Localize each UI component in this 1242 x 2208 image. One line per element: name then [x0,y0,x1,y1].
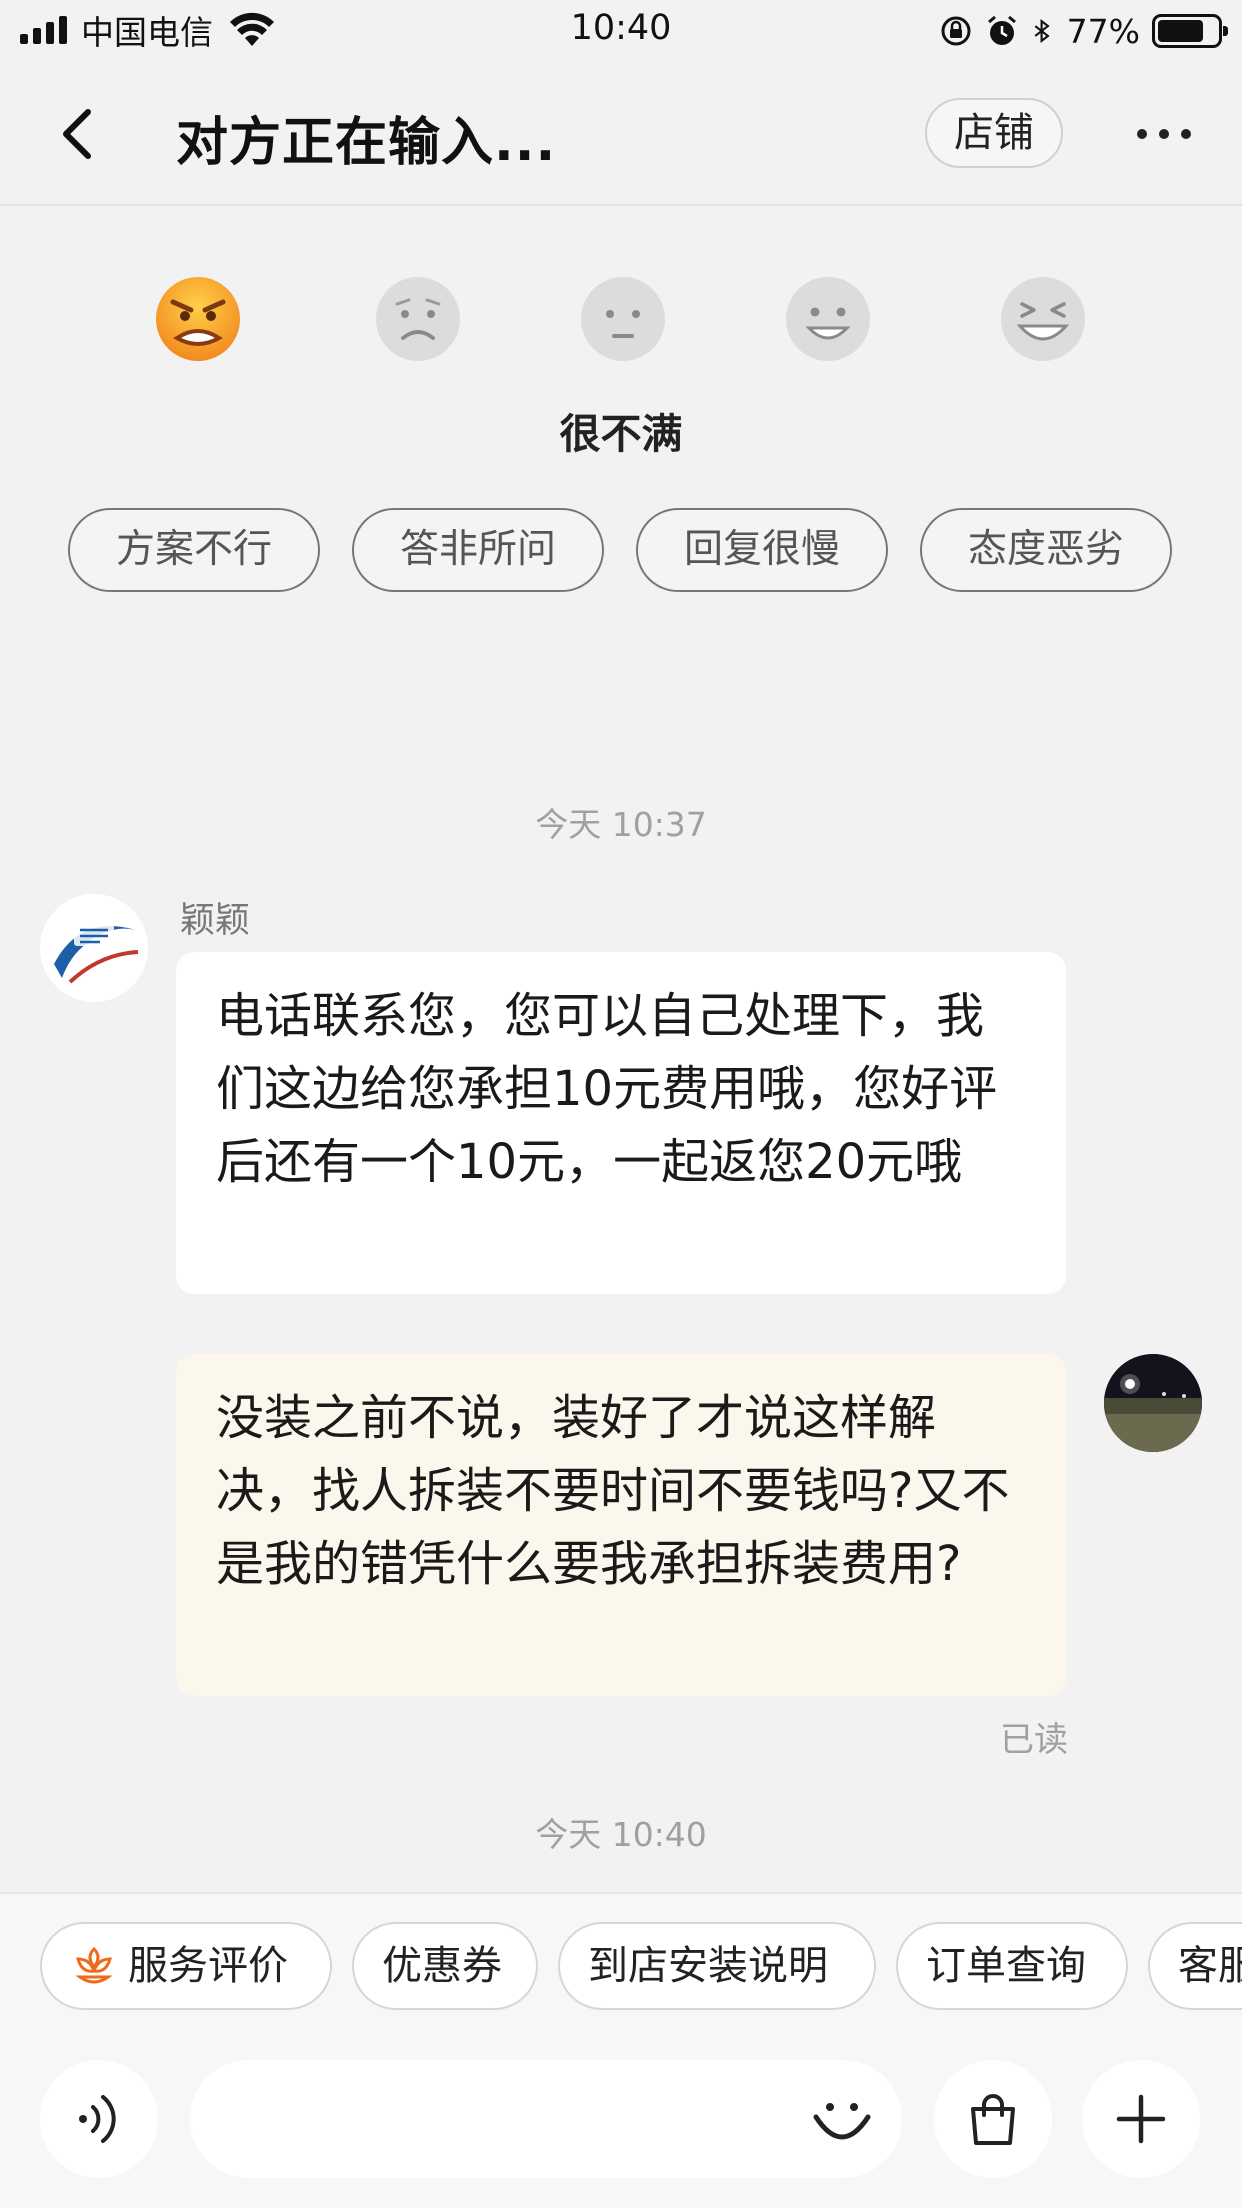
orientation-lock-icon [941,16,971,46]
service-rating-button[interactable]: 服务评价 [40,1922,332,2010]
smile-face-icon[interactable] [785,276,871,362]
flower-icon [75,1946,113,1984]
bluetooth-icon [1034,18,1050,44]
shopping-bag-icon [971,2094,1015,2145]
page-title: 对方正在输入... [176,113,557,173]
status-bar: 中国电信 10:40 77% [0,0,1242,62]
sad-face-icon[interactable] [375,276,461,362]
neutral-face-icon[interactable] [580,276,666,362]
chat-timestamp: 今天 10:37 [535,805,707,844]
voice-button[interactable] [40,2060,158,2178]
quick-action-label: 到店安装说明 [588,1943,828,1989]
agent-avatar[interactable] [40,894,148,1002]
very-angry-face-icon[interactable] [155,276,241,362]
input-bar [0,2034,1242,2208]
shop-logo-icon [40,894,148,1002]
agent-message-bubble[interactable]: 电话联系您，您可以自己处理下，我们这边给您承担10元费用哦，您好评后还有一个10… [176,952,1066,1294]
chat-timestamp: 今天 10:40 [535,1815,707,1854]
tag-option[interactable]: 态度恶劣 [920,508,1172,592]
quick-action-label: 订单查询 [926,1943,1086,1989]
user-avatar[interactable] [1104,1354,1202,1452]
user-message-bubble[interactable]: 没装之前不说，装好了才说这样解决，找人拆装不要时间不要钱吗?又不是我的错凭什么要… [176,1354,1066,1696]
quick-action-label: 优惠券 [382,1943,502,1989]
shopping-bag-button[interactable] [934,2060,1052,2178]
laughing-face-icon[interactable] [1000,276,1086,362]
more-dots-icon[interactable] [1134,122,1194,146]
quick-action-label: 客服 [1178,1943,1242,1989]
status-right: 77% [939,10,1228,52]
chevron-left-icon[interactable] [52,104,108,164]
coupon-button[interactable]: 优惠券 [352,1922,538,2010]
plus-icon [1116,2094,1166,2144]
agent-name: 颖颖 [180,901,251,941]
plus-button[interactable] [1082,2060,1200,2178]
rating-faces [0,276,1242,366]
tag-option[interactable]: 答非所问 [352,508,604,592]
quick-action-label: 服务评价 [128,1943,288,1989]
order-query-button[interactable]: 订单查询 [896,1922,1128,2010]
voice-icon [79,2095,116,2143]
tag-option[interactable]: 方案不行 [68,508,320,592]
message-input[interactable] [190,2060,902,2178]
feedback-tags: 方案不行 答非所问 回复很慢 态度恶劣 [68,508,1178,592]
alarm-icon [987,15,1016,45]
user-photo-icon [1104,1354,1202,1452]
read-status: 已读 [1000,1720,1068,1760]
rating-label: 很不满 [559,410,683,458]
emoji-icon[interactable] [810,2087,874,2151]
install-guide-button[interactable]: 到店安装说明 [558,1922,876,2010]
quick-actions-bar: 服务评价 优惠券 到店安装说明 订单查询 客服 [0,1892,1242,2034]
shop-button[interactable]: 店铺 [925,98,1063,168]
customer-service-button[interactable]: 客服 [1148,1922,1242,2010]
nav-bar: 对方正在输入... 店铺 [0,62,1242,206]
battery-icon [1152,14,1228,48]
battery-percent: 77% [1066,11,1140,51]
tag-option[interactable]: 回复很慢 [636,508,888,592]
